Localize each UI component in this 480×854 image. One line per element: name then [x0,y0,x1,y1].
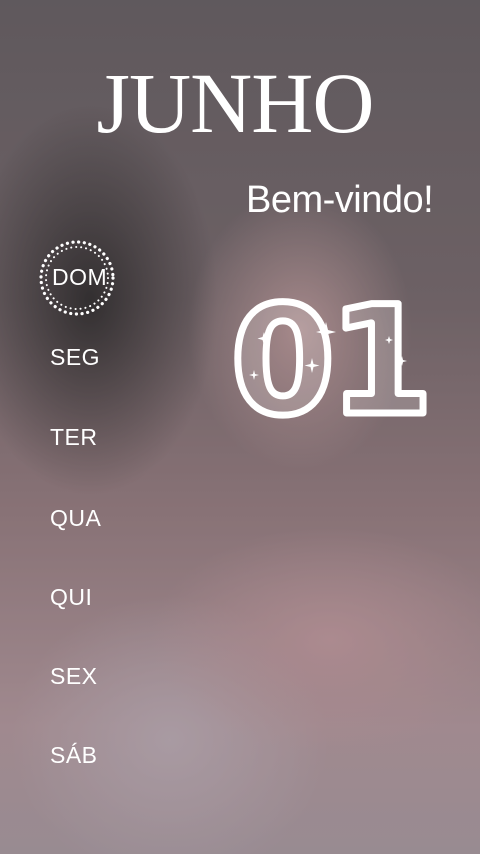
day-number-graphic: 01 [227,272,437,453]
month-title: JUNHO [96,55,375,151]
weekday-sat[interactable]: SÁB [50,744,98,767]
day-number-text: 01 [231,275,428,449]
weekday-fri[interactable]: SEX [50,665,98,688]
weekday-mon[interactable]: SEG [50,346,100,369]
weekday-sun[interactable]: DOM [52,266,107,289]
weekday-wed[interactable]: QUA [50,507,101,530]
welcome-text: Bem-vindo! [246,179,434,221]
weekday-thu[interactable]: QUI [50,586,92,609]
day-number: 01 [224,272,437,453]
weekday-tue[interactable]: TER [50,426,98,449]
